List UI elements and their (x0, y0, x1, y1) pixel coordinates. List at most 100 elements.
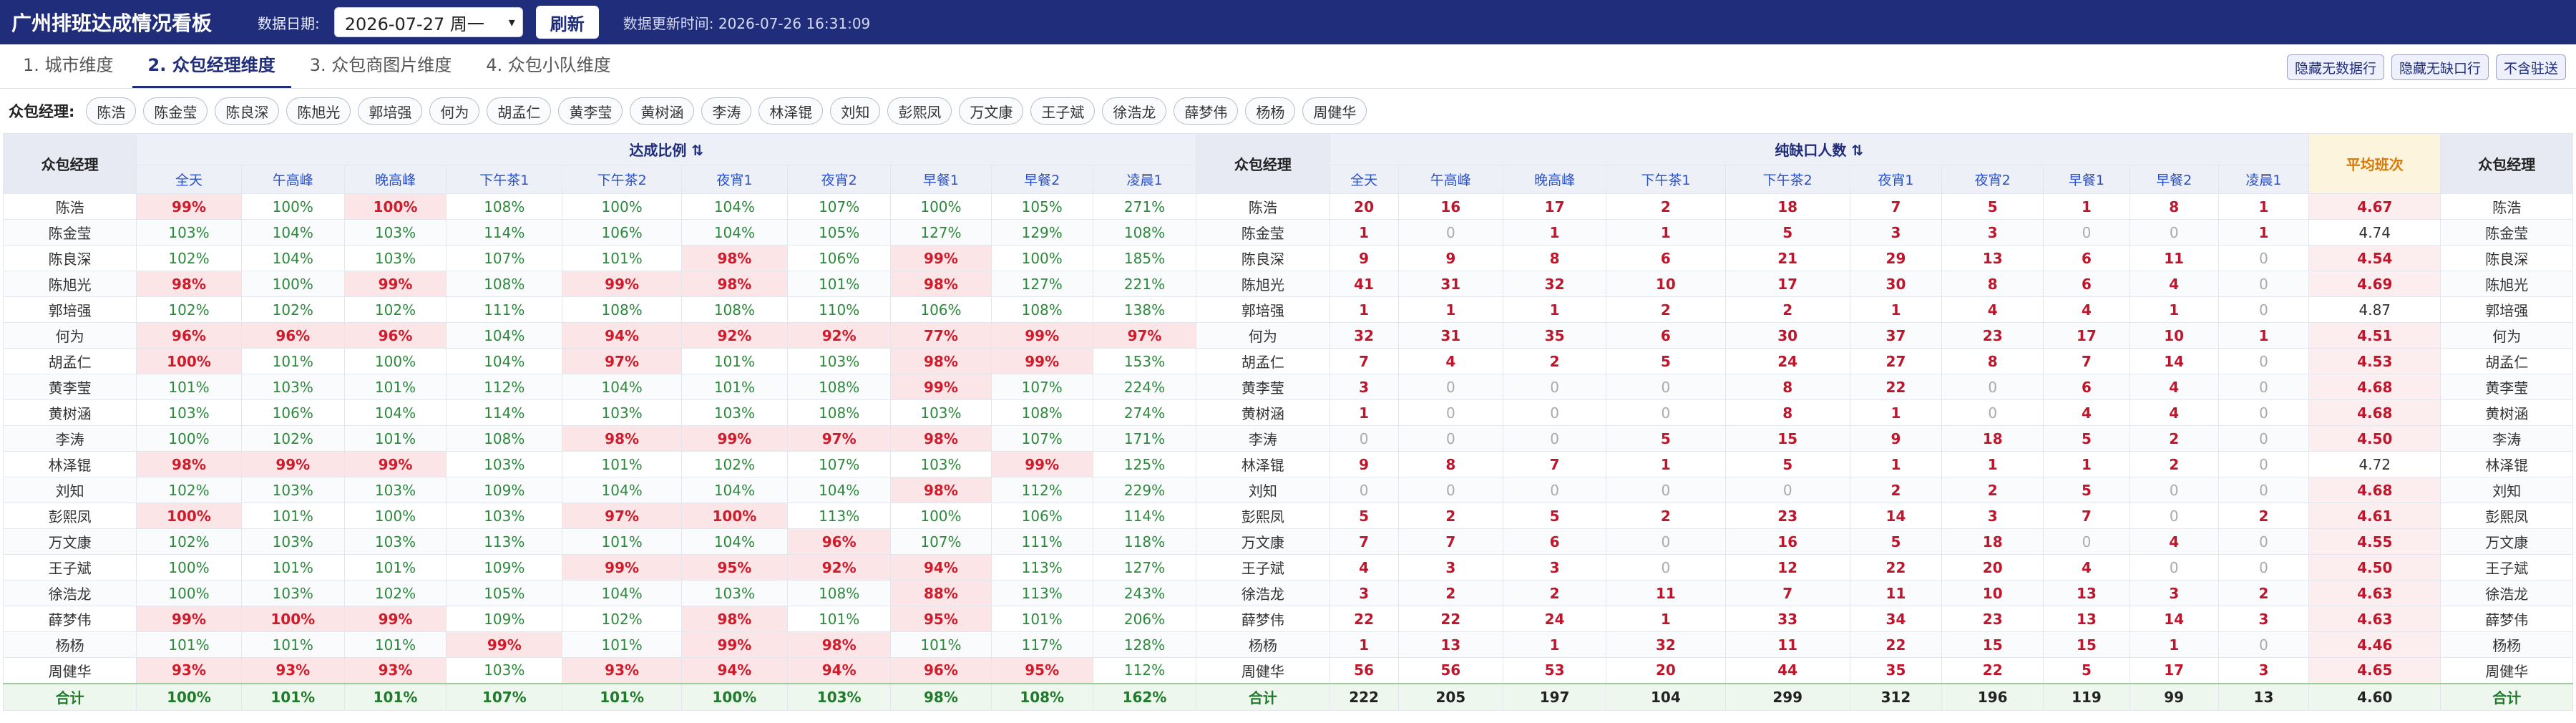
rate-cell: 103% (240, 528, 345, 555)
row-name: 郭培强 (2440, 296, 2573, 323)
table-row: 杨杨 101% 101% 101% 99% 101% 99% 98% 101% 117% 128% 杨… (2, 631, 2573, 658)
manager-chip[interactable]: 陈浩 (86, 97, 137, 125)
row-name: 周健华 (2, 657, 137, 684)
rate-cell: 108% (446, 193, 563, 220)
gap-cell: 4 (1941, 296, 2044, 323)
rate-cell: 102% (562, 606, 682, 632)
gap-cell: 11 (1606, 580, 1726, 606)
manager-chip[interactable]: 陈旭光 (286, 97, 351, 125)
gap-cell: 3 (2218, 606, 2310, 632)
manager-chip[interactable]: 郭培强 (358, 97, 423, 125)
gap-cell: 9 (1329, 451, 1399, 477)
toggle-button-3[interactable]: 不含驻送 (2495, 54, 2566, 80)
manager-chip[interactable]: 薛梦伟 (1174, 97, 1239, 125)
rate-col-header: 早餐2 (990, 165, 1093, 194)
avg-cell: 4.65 (2308, 657, 2441, 684)
gap-cell: 2 (1397, 503, 1503, 529)
rate-col-header: 午高峰 (240, 165, 345, 194)
row-name: 林泽锟 (2440, 451, 2573, 477)
gap-cell: 0 (1502, 374, 1607, 400)
toggle-button-1[interactable]: 隐藏无数据行 (2286, 54, 2384, 80)
gap-cell: 0 (1397, 374, 1503, 400)
rate-cell: 98% (136, 271, 242, 297)
tab-4[interactable]: 4. 众包小队维度 (470, 51, 627, 88)
gap-cell: 1 (1849, 296, 1943, 323)
total-label: 合计 (2, 682, 137, 711)
gap-cell: 1 (1849, 399, 1943, 426)
rate-cell: 117% (990, 631, 1093, 658)
gap-cell: 1 (1606, 219, 1726, 246)
manager-chip[interactable]: 徐浩龙 (1102, 97, 1167, 125)
total-rate-cell: 101% (562, 682, 682, 711)
row-name: 薛梦伟 (2440, 606, 2573, 632)
gap-cell: 4 (2129, 528, 2219, 555)
manager-chip[interactable]: 杨杨 (1245, 97, 1296, 125)
row-name: 林泽锟 (2, 451, 137, 477)
manager-chip[interactable]: 林泽锟 (758, 97, 824, 125)
gap-cell: 23 (1724, 503, 1850, 529)
row-name: 陈良深 (2, 245, 137, 271)
gap-cell: 8 (1941, 271, 2044, 297)
rate-cell: 99% (343, 606, 447, 632)
gap-cell: 22 (1849, 374, 1943, 400)
gap-cell: 2 (1849, 477, 1943, 503)
manager-chip[interactable]: 陈良深 (215, 97, 280, 125)
gap-cell: 7 (1329, 348, 1399, 374)
tab-3[interactable]: 3. 众包商图片维度 (294, 51, 468, 88)
toggle-button-2[interactable]: 隐藏无缺口行 (2391, 54, 2489, 80)
manager-chip[interactable]: 陈金莹 (143, 97, 208, 125)
total-rate-cell: 98% (890, 682, 992, 711)
rate-cell: 108% (446, 271, 563, 297)
manager-chip[interactable]: 周健华 (1302, 97, 1367, 125)
rate-cell: 243% (1092, 580, 1197, 606)
gap-cell: 5 (2043, 477, 2130, 503)
gap-cell: 5 (2043, 425, 2130, 452)
manager-chip[interactable]: 黄李莹 (558, 97, 623, 125)
gap-cell: 23 (1941, 606, 2044, 632)
row-name: 陈金莹 (2440, 219, 2573, 246)
manager-chip[interactable]: 何为 (429, 97, 480, 125)
rate-cell: 92% (680, 322, 789, 349)
rate-cell: 106% (787, 245, 892, 271)
gap-cell: 0 (2129, 503, 2219, 529)
gap-col-header: 夜宵2 (1941, 165, 2044, 194)
manager-chip[interactable]: 刘知 (830, 97, 881, 125)
date-select[interactable]: 2026-07-27 周一 ▾ (333, 7, 523, 37)
rate-cell: 108% (787, 399, 892, 426)
gap-cell: 3 (1502, 554, 1607, 581)
row-name: 陈金莹 (1196, 219, 1330, 246)
gap-cell: 0 (1606, 477, 1726, 503)
gap-cell: 10 (1941, 580, 2044, 606)
rate-group-header[interactable]: 达成比例 ⇅ (136, 133, 1197, 165)
gap-cell: 5 (1849, 528, 1943, 555)
manager-chip[interactable]: 李涛 (701, 97, 752, 125)
total-gap-cell: 299 (1724, 682, 1850, 711)
rate-cell: 101% (240, 554, 345, 581)
total-label: 合计 (2440, 682, 2573, 711)
total-rate-cell: 103% (787, 682, 892, 711)
avg-cell: 4.46 (2308, 631, 2441, 658)
manager-chip[interactable]: 黄树涵 (630, 97, 695, 125)
tab-1[interactable]: 1. 城市维度 (7, 51, 130, 88)
gap-cell: 24 (1502, 606, 1607, 632)
rate-cell: 104% (680, 219, 789, 246)
refresh-button[interactable]: 刷新 (535, 6, 599, 39)
row-name: 杨杨 (1196, 631, 1330, 658)
gap-col-header: 下午茶2 (1724, 165, 1850, 194)
manager-chip[interactable]: 王子斌 (1030, 97, 1096, 125)
rate-cell: 94% (890, 554, 992, 581)
total-gap-cell: 196 (1941, 682, 2044, 711)
rate-cell: 104% (240, 245, 345, 271)
manager-chip[interactable]: 胡孟仁 (487, 97, 552, 125)
row-name: 陈良深 (1196, 245, 1330, 271)
tab-2[interactable]: 2. 众包经理维度 (132, 51, 291, 88)
gap-cell: 56 (1329, 657, 1399, 684)
rate-cell: 104% (680, 193, 789, 220)
gap-col-header: 全天 (1329, 165, 1399, 194)
table-row: 刘知 102% 103% 103% 109% 104% 104% 104% 98% 112% 229… (2, 477, 2573, 503)
gap-group-header[interactable]: 纯缺口人数 ⇅ (1329, 133, 2310, 165)
manager-chip[interactable]: 彭熙凤 (887, 97, 952, 125)
gap-cell: 0 (1397, 425, 1503, 452)
manager-chip[interactable]: 万文康 (959, 97, 1024, 125)
gap-cell: 27 (1849, 348, 1943, 374)
